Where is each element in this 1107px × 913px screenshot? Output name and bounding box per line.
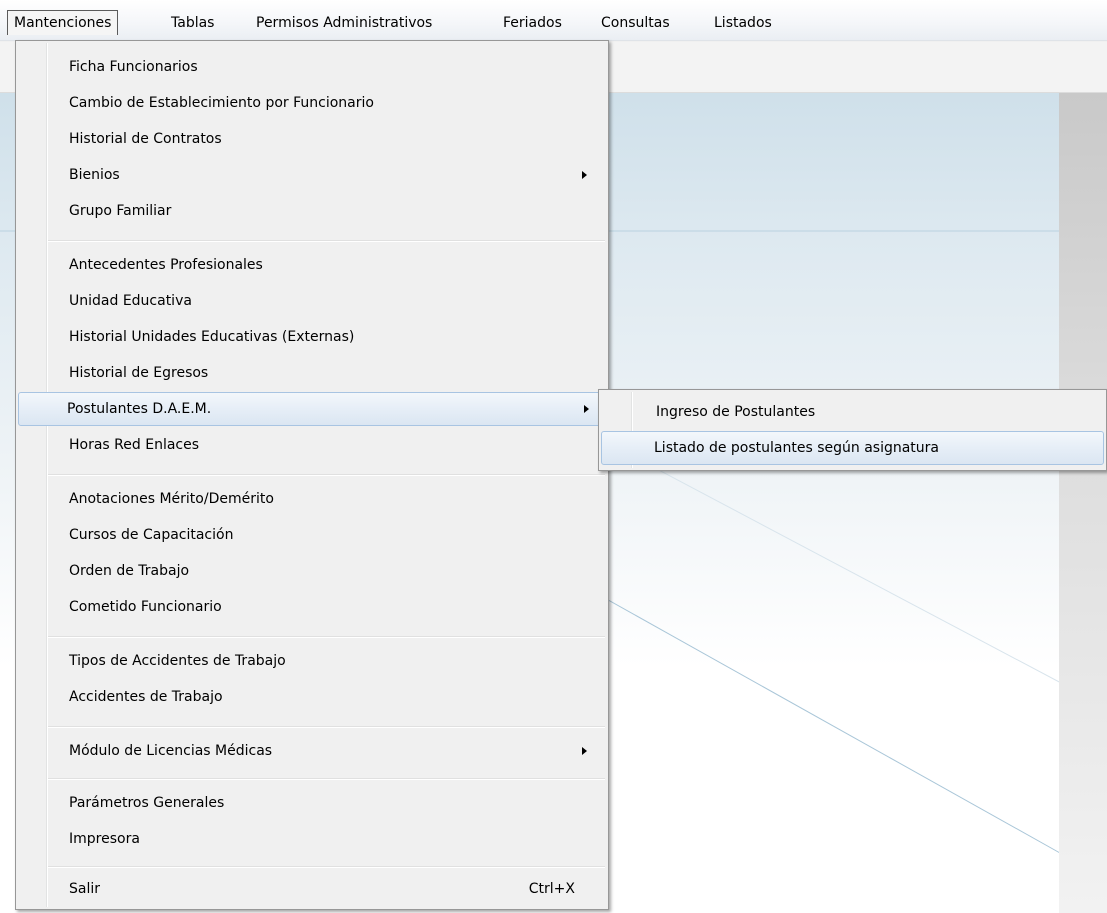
menu-item-historial-contratos[interactable]: Historial de Contratos: [18, 122, 606, 156]
menu-item-antecedentes-profesionales[interactable]: Antecedentes Profesionales: [18, 248, 606, 282]
menubar-permisos-administrativos[interactable]: Permisos Administrativos: [249, 11, 439, 35]
menu-separator: [48, 636, 605, 638]
menu-item-impresora[interactable]: Impresora: [18, 822, 606, 856]
submenu-item-ingreso-postulantes[interactable]: Ingreso de Postulantes: [601, 395, 1104, 429]
wallpaper-right-edge: [1059, 93, 1107, 913]
menu-item-label: Accidentes de Trabajo: [69, 689, 223, 705]
menu-item-cometido-funcionario[interactable]: Cometido Funcionario: [18, 590, 606, 624]
menu-item-tipos-accidentes[interactable]: Tipos de Accidentes de Trabajo: [18, 644, 606, 678]
menu-item-label: Impresora: [69, 831, 140, 847]
menubar-tablas[interactable]: Tablas: [164, 11, 221, 35]
menu-item-postulantes-daem[interactable]: Postulantes D.A.E.M.: [18, 392, 606, 426]
menu-item-label: Grupo Familiar: [69, 203, 172, 219]
menu-item-label: Postulantes D.A.E.M.: [67, 401, 212, 417]
menu-item-horas-red-enlaces[interactable]: Horas Red Enlaces: [18, 428, 606, 462]
menu-item-label: Bienios: [69, 167, 120, 183]
mantenciones-dropdown: Ficha Funcionarios Cambio de Establecimi…: [15, 40, 609, 910]
menu-item-label: Unidad Educativa: [69, 293, 192, 309]
menu-item-grupo-familiar[interactable]: Grupo Familiar: [18, 194, 606, 228]
menu-item-label: Antecedentes Profesionales: [69, 257, 263, 273]
menu-item-bienios[interactable]: Bienios: [18, 158, 606, 192]
menu-item-ficha-funcionarios[interactable]: Ficha Funcionarios: [18, 50, 606, 84]
menu-item-historial-unidades-externas[interactable]: Historial Unidades Educativas (Externas): [18, 320, 606, 354]
menu-bar: Mantenciones Tablas Permisos Administrat…: [0, 0, 1107, 41]
submenu-item-listado-postulantes[interactable]: Listado de postulantes según asignatura: [601, 431, 1104, 465]
menu-item-label: Horas Red Enlaces: [69, 437, 200, 453]
menu-item-shortcut: Ctrl+X: [528, 881, 575, 897]
menu-item-licencias-medicas[interactable]: Módulo de Licencias Médicas: [18, 734, 606, 768]
submenu-arrow-icon: [582, 747, 587, 755]
menu-separator: [48, 474, 605, 476]
menu-item-label: Historial Unidades Educativas (Externas): [69, 329, 355, 345]
menu-item-label: Listado de postulantes según asignatura: [654, 440, 939, 456]
menubar-listados[interactable]: Listados: [707, 11, 779, 35]
menubar-mantenciones[interactable]: Mantenciones: [7, 10, 119, 35]
menu-item-label: Historial de Egresos: [69, 365, 209, 381]
menu-item-parametros-generales[interactable]: Parámetros Generales: [18, 786, 606, 820]
menubar-feriados[interactable]: Feriados: [496, 11, 569, 35]
menu-item-unidad-educativa[interactable]: Unidad Educativa: [18, 284, 606, 318]
menu-item-label: Orden de Trabajo: [69, 563, 190, 579]
submenu-arrow-icon: [582, 171, 587, 179]
menu-item-label: Ingreso de Postulantes: [656, 404, 816, 420]
menu-item-label: Salir: [69, 881, 101, 897]
menu-item-label: Parámetros Generales: [69, 795, 225, 811]
menu-item-label: Cometido Funcionario: [69, 599, 222, 615]
menu-item-historial-egresos[interactable]: Historial de Egresos: [18, 356, 606, 390]
menu-item-label: Anotaciones Mérito/Demérito: [69, 491, 274, 507]
menu-item-label: Historial de Contratos: [69, 131, 222, 147]
postulantes-submenu: Ingreso de Postulantes Listado de postul…: [598, 389, 1107, 471]
menu-item-label: Cambio de Establecimiento por Funcionari…: [69, 95, 374, 111]
menu-item-label: Cursos de Capacitación: [69, 527, 234, 543]
menu-item-cambio-establecimiento[interactable]: Cambio de Establecimiento por Funcionari…: [18, 86, 606, 120]
menu-item-accidentes-trabajo[interactable]: Accidentes de Trabajo: [18, 680, 606, 714]
menu-separator: [48, 778, 605, 780]
menu-separator: [48, 866, 605, 868]
menu-separator: [48, 240, 605, 242]
menu-item-label: Tipos de Accidentes de Trabajo: [69, 653, 286, 669]
menu-item-label: Módulo de Licencias Médicas: [69, 743, 273, 759]
menubar-consultas[interactable]: Consultas: [594, 11, 677, 35]
menu-item-salir[interactable]: Salir Ctrl+X: [18, 872, 606, 906]
menu-item-orden-trabajo[interactable]: Orden de Trabajo: [18, 554, 606, 588]
menu-item-label: Ficha Funcionarios: [69, 59, 198, 75]
menu-separator: [48, 726, 605, 728]
menu-item-anotaciones-merito[interactable]: Anotaciones Mérito/Demérito: [18, 482, 606, 516]
menu-item-cursos-capacitacion[interactable]: Cursos de Capacitación: [18, 518, 606, 552]
submenu-arrow-icon: [584, 405, 589, 413]
